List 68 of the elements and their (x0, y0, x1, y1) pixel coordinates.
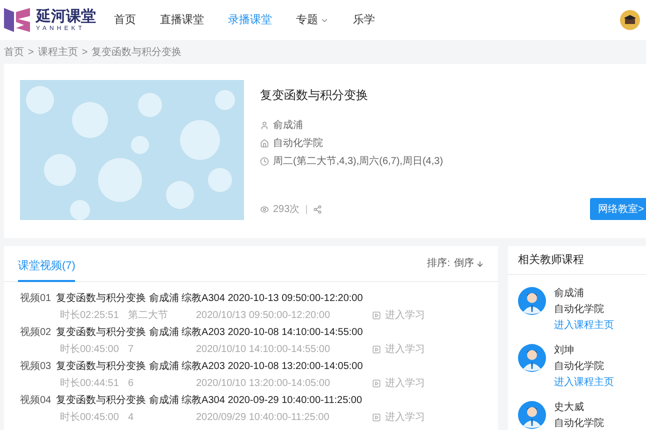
nav-link[interactable]: 乐学 (353, 12, 375, 28)
avatar-icon (518, 287, 546, 315)
logo-icon (4, 6, 30, 34)
video-duration: 时长02:25:51 (60, 308, 120, 323)
breadcrumb-separator: > (28, 46, 34, 60)
arrow-down-icon (476, 260, 484, 268)
classroom-button[interactable]: 网络教室> (590, 198, 646, 220)
course-home-link[interactable]: 进入课程主页 (554, 376, 614, 389)
breadcrumb-link[interactable]: 课程主页 (38, 44, 78, 60)
avatar-icon (518, 344, 546, 372)
play-icon (372, 311, 381, 320)
teacher-college: 自动化学院 (554, 417, 604, 430)
sort-link[interactable]: 倒序 (454, 256, 484, 271)
video-title[interactable]: 复变函数与积分变换 俞成浦 综教A203 2020-10-08 13:20:00-14:05:00 (56, 359, 363, 374)
play-icon (372, 379, 381, 388)
user-avatar[interactable] (620, 10, 640, 30)
schedule-text: 周二(第二大节,4,3),周六(6,7),周日(4,3) (273, 154, 444, 169)
video-title[interactable]: 复变函数与积分变换 俞成浦 综教A304 2020-10-13 09:50:00-12:20:00 (56, 291, 363, 306)
teacher-name: 俞成浦 (554, 287, 585, 300)
course-home-link[interactable]: 进入课程主页 (554, 319, 614, 332)
teacher-college: 自动化学院 (554, 303, 605, 316)
related-title: 相关教师课程 (518, 252, 584, 268)
logo-text: 延河课堂 (36, 8, 96, 24)
video-index: 视频04 (20, 394, 52, 408)
breadcrumb-separator: > (82, 46, 88, 60)
video-index: 视频02 (20, 326, 52, 340)
video-section: 6 (128, 376, 196, 391)
play-icon (372, 413, 381, 422)
nav-link[interactable]: 首页 (114, 12, 136, 28)
teacher-college: 自动化学院 (554, 360, 605, 373)
nav-link[interactable]: 直播课堂 (160, 12, 204, 28)
share-icon[interactable] (312, 204, 322, 214)
video-duration: 时长00:45:00 (60, 410, 120, 425)
breadcrumb-link[interactable]: 首页 (4, 44, 24, 60)
teacher-name: 刘坤 (554, 344, 575, 357)
eye-icon (260, 204, 269, 214)
breadcrumb-link[interactable]: 复变函数与积分变换 (92, 44, 182, 60)
home-icon (260, 139, 269, 148)
teacher-name: 史大威 (554, 401, 585, 414)
video-index: 视频01 (20, 292, 52, 306)
view-count: 293次 (273, 202, 300, 216)
user-icon (260, 121, 269, 130)
teacher-name: 俞成浦 (273, 118, 303, 133)
clock-icon (260, 157, 269, 166)
enter-study-link[interactable]: 进入学习 (372, 376, 425, 391)
video-index: 视频03 (20, 360, 52, 374)
video-section: 4 (128, 410, 196, 425)
video-section: 第二大节 (128, 308, 196, 323)
video-time: 2020/10/13 09:50:00-12:20:00 (196, 309, 332, 323)
video-duration: 时长00:44:51 (60, 376, 120, 391)
course-title: 复变函数与积分变换 (260, 87, 369, 104)
play-icon (372, 345, 381, 354)
video-time: 2020/10/10 14:10:00-14:55:00 (196, 343, 332, 357)
video-tab[interactable]: 课堂视频(7) (18, 258, 76, 282)
college-name: 自动化学院 (273, 136, 323, 151)
video-title[interactable]: 复变函数与积分变换 俞成浦 综教A203 2020-10-08 14:10:00-14:55:00 (56, 325, 363, 340)
sort-label: 排序: (427, 256, 450, 271)
video-duration: 时长00:45:00 (60, 342, 120, 357)
video-time: 2020/09/29 10:40:00-11:25:00 (196, 411, 330, 425)
video-section: 7 (128, 342, 196, 357)
enter-study-link[interactable]: 进入学习 (372, 410, 425, 425)
nav-link[interactable]: 录播课堂 (228, 12, 272, 28)
nav-link[interactable]: 专题 (296, 12, 329, 28)
avatar-icon (518, 401, 546, 429)
video-title[interactable]: 复变函数与积分变换 俞成浦 综教A304 2020-09-29 10:40:00-11:25:00 (56, 393, 362, 408)
enter-study-link[interactable]: 进入学习 (372, 308, 425, 323)
video-time: 2020/10/10 13:20:00-14:05:00 (196, 377, 332, 391)
enter-study-link[interactable]: 进入学习 (372, 342, 425, 357)
